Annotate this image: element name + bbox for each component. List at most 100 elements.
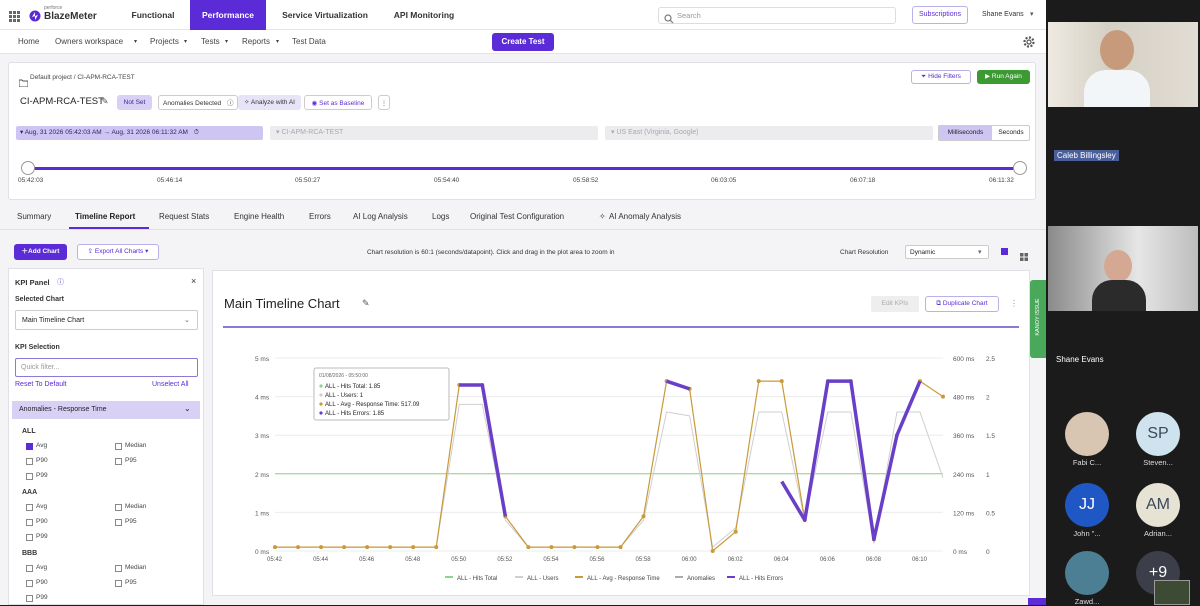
data-point[interactable]: [641, 514, 646, 519]
kpi-checkbox[interactable]: [115, 458, 122, 465]
edit-pencil-icon[interactable]: ✎: [362, 298, 370, 309]
subnav-tests[interactable]: Tests: [201, 30, 220, 54]
data-point[interactable]: [411, 545, 416, 550]
kpi-checkbox[interactable]: [26, 458, 33, 465]
single-view-icon[interactable]: [1001, 248, 1008, 255]
tab-logs[interactable]: Logs: [432, 212, 449, 221]
data-point[interactable]: [710, 549, 715, 553]
tab-ai-log-analysis[interactable]: AI Log Analysis: [353, 212, 408, 221]
legend-entry[interactable]: ALL - Avg - Response Time: [587, 576, 660, 582]
search-input[interactable]: Search: [658, 7, 896, 24]
unselect-all-link[interactable]: Unselect All: [152, 381, 189, 388]
create-test-button[interactable]: Create Test: [492, 33, 554, 51]
legend-entry[interactable]: ALL - Hits Errors: [739, 576, 783, 582]
date-range-filter[interactable]: ▾ Aug, 31 2026 05:42:03 AM → Aug, 31 202…: [16, 126, 263, 140]
run-again-button[interactable]: ▶ Run Again: [977, 70, 1030, 84]
reset-default-link[interactable]: Reset To Default: [15, 381, 67, 388]
not-set-badge[interactable]: Not Set: [117, 95, 152, 110]
data-point[interactable]: [595, 545, 600, 550]
range-slider-handle-end[interactable]: [1013, 161, 1027, 175]
tab-errors[interactable]: Errors: [309, 212, 331, 221]
export-all-charts-button[interactable]: ⇪ Export All Charts ▾: [77, 244, 159, 260]
kpi-checkbox[interactable]: [115, 504, 122, 511]
subscriptions-button[interactable]: Subscriptions: [912, 6, 968, 24]
gear-icon[interactable]: [1022, 35, 1036, 54]
tab-summary[interactable]: Summary: [17, 212, 51, 221]
range-slider-handle-start[interactable]: [21, 161, 35, 175]
data-point[interactable]: [388, 545, 393, 550]
edit-pencil-icon[interactable]: ✎: [101, 96, 109, 107]
subnav-test-data[interactable]: Test Data: [292, 30, 326, 54]
tab-functional[interactable]: Functional: [120, 0, 186, 30]
participant-avatar[interactable]: SP: [1136, 412, 1180, 456]
user-menu[interactable]: Shane Evans: [982, 11, 1024, 18]
kpi-checkbox[interactable]: [26, 473, 33, 480]
set-baseline-button[interactable]: ◉ Set as Baseline: [304, 95, 372, 110]
side-feedback-tab[interactable]: KANOY ISSUE: [1030, 280, 1046, 358]
kpi-checkbox[interactable]: [26, 443, 33, 450]
tab-performance[interactable]: Performance: [190, 0, 266, 30]
seconds-option[interactable]: Seconds: [992, 126, 1030, 140]
apps-grid-icon[interactable]: [9, 9, 20, 22]
breadcrumb[interactable]: Default project / CI-APM-RCA-TEST: [30, 74, 135, 81]
more-options-icon[interactable]: ⋮: [1010, 299, 1018, 308]
kpi-checkbox[interactable]: [26, 595, 33, 602]
grid-view-icon[interactable]: [1020, 248, 1028, 266]
milliseconds-option[interactable]: Milliseconds: [939, 126, 992, 140]
data-point[interactable]: [526, 545, 531, 550]
kpi-checkbox[interactable]: [115, 580, 122, 587]
tab-request-stats[interactable]: Request Stats: [159, 212, 209, 221]
kpi-checkbox[interactable]: [26, 534, 33, 541]
more-options-button[interactable]: ⋮: [378, 95, 390, 110]
duplicate-chart-button[interactable]: ⧉ Duplicate Chart: [925, 296, 999, 312]
participant-avatar[interactable]: [1065, 551, 1109, 595]
resolution-select[interactable]: Dynamic ▾: [905, 245, 989, 259]
help-icon[interactable]: ⓘ: [57, 277, 64, 287]
anomalies-response-time-header[interactable]: Anomalies - Response Time ⌄: [12, 401, 200, 419]
anomalies-detected-badge[interactable]: Anomalies Detected ⓘ: [158, 95, 238, 110]
subnav-projects[interactable]: Projects: [150, 30, 179, 54]
legend-entry[interactable]: ALL - Hits Total: [457, 576, 497, 582]
tab-original-test-configuration[interactable]: Original Test Configuration: [470, 212, 564, 221]
kpi-checkbox[interactable]: [115, 519, 122, 526]
data-point[interactable]: [618, 545, 623, 550]
data-point[interactable]: [941, 394, 945, 399]
scenario-filter[interactable]: ▾ CI-APM-RCA-TEST: [270, 126, 598, 140]
participant-video-tile[interactable]: [1048, 22, 1198, 107]
data-point[interactable]: [572, 545, 577, 550]
tab-timeline-report[interactable]: Timeline Report: [75, 212, 135, 221]
hide-filters-button[interactable]: ⏷ Hide Filters: [911, 70, 971, 84]
tab-api-monitoring[interactable]: API Monitoring: [384, 0, 464, 30]
kpi-checkbox[interactable]: [26, 580, 33, 587]
data-point[interactable]: [319, 545, 324, 550]
analyze-with-ai-button[interactable]: ✧ Analyze with AI: [238, 95, 301, 110]
participant-avatar[interactable]: AM: [1136, 483, 1180, 527]
tab-engine-health[interactable]: Engine Health: [234, 212, 284, 221]
data-point[interactable]: [779, 379, 784, 384]
legend-entry[interactable]: ALL - Users: [527, 576, 558, 582]
data-point[interactable]: [434, 545, 439, 550]
tab-ai-anomaly-analysis[interactable]: AI Anomaly Analysis: [609, 212, 681, 221]
data-point[interactable]: [733, 529, 738, 534]
add-chart-button[interactable]: ＋Add Chart: [14, 244, 67, 260]
tab-service-virtualization[interactable]: Service Virtualization: [270, 0, 380, 30]
range-slider-track[interactable]: [26, 167, 1021, 170]
close-icon[interactable]: ×: [191, 276, 196, 286]
data-point[interactable]: [365, 545, 370, 550]
selected-chart-select[interactable]: Main Timeline Chart ⌄: [15, 310, 198, 330]
participant-avatar[interactable]: [1065, 412, 1109, 456]
legend-entry[interactable]: Anomalies: [687, 576, 715, 582]
edit-kpis-button[interactable]: Edit KPIs: [871, 296, 919, 312]
subnav-owners-workspace[interactable]: Owners workspace: [55, 30, 123, 54]
subnav-reports[interactable]: Reports: [242, 30, 270, 54]
kpi-checkbox[interactable]: [26, 504, 33, 511]
subnav-home[interactable]: Home: [18, 30, 39, 54]
data-point[interactable]: [756, 379, 761, 384]
participant-avatar[interactable]: JJ: [1065, 483, 1109, 527]
kpi-checkbox[interactable]: [26, 519, 33, 526]
kpi-checkbox[interactable]: [115, 443, 122, 450]
data-point[interactable]: [549, 545, 554, 550]
data-point[interactable]: [296, 545, 301, 550]
location-filter[interactable]: ▾ US East (Virginia, Google): [605, 126, 933, 140]
quick-filter-input[interactable]: Quick filter...: [15, 358, 198, 377]
